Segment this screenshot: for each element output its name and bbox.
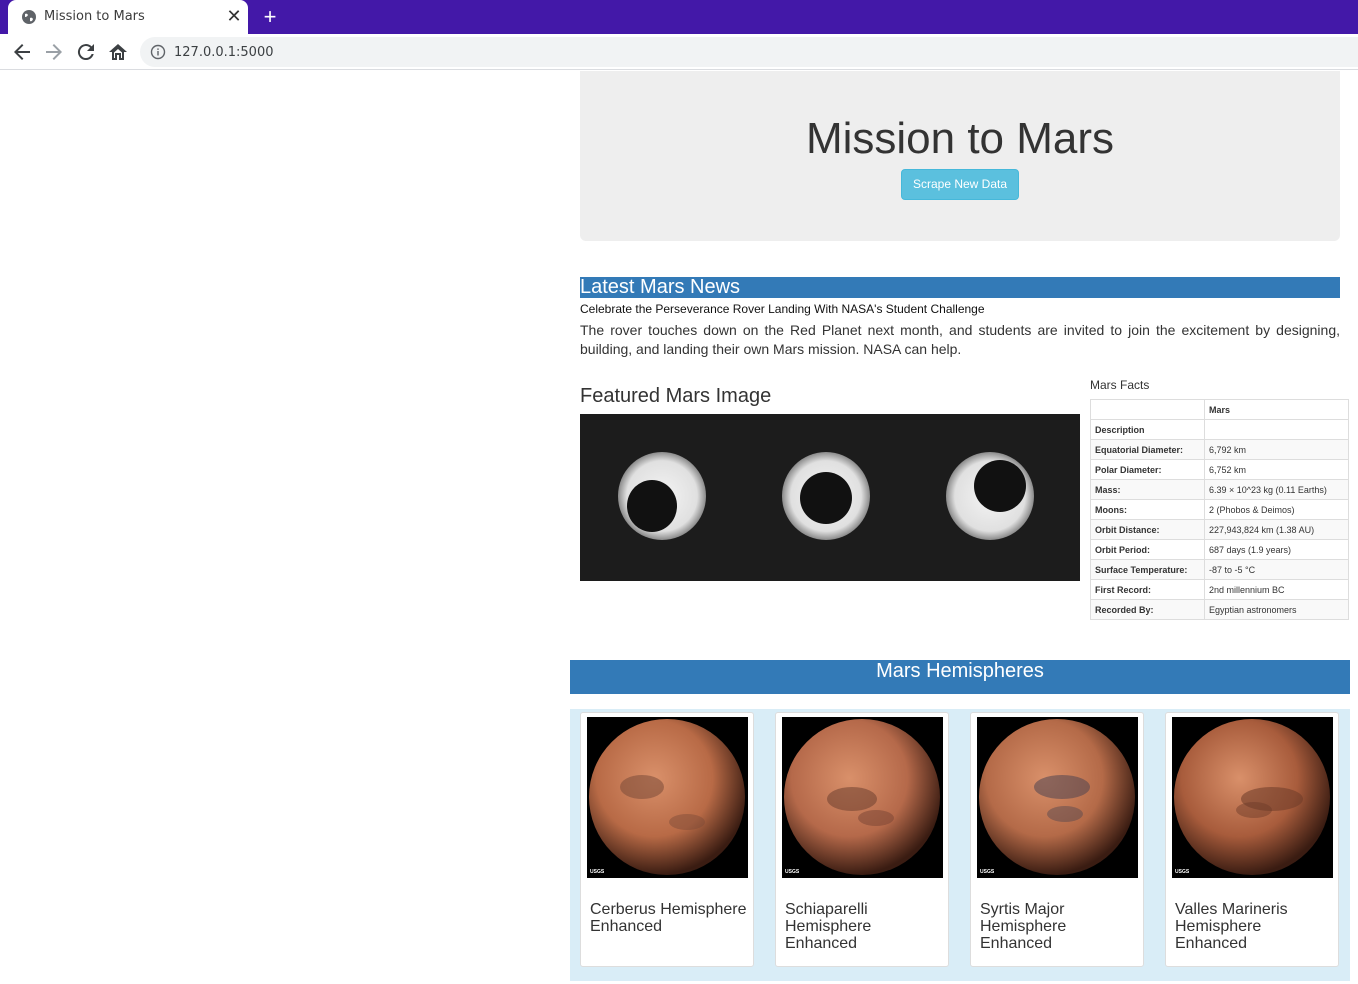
new-tab-button[interactable]: + bbox=[258, 5, 282, 29]
address-bar[interactable]: 127.0.0.1:5000 bbox=[140, 37, 1358, 67]
hemisphere-card[interactable]: USGS Syrtis Major Hemisphere Enhanced bbox=[970, 712, 1144, 967]
facts-header-mars: Mars bbox=[1204, 399, 1349, 420]
hemisphere-title: Cerberus Hemisphere Enhanced bbox=[590, 901, 747, 935]
facts-key: Surface Temperature: bbox=[1090, 559, 1205, 580]
facts-key: Description bbox=[1090, 419, 1205, 440]
close-tab-icon[interactable]: ✕ bbox=[224, 6, 244, 26]
hemisphere-card[interactable]: USGS Cerberus Hemisphere Enhanced bbox=[580, 712, 754, 967]
url-text: 127.0.0.1:5000 bbox=[174, 45, 274, 60]
mars-facts-caption: Mars Facts bbox=[1090, 378, 1150, 392]
hemisphere-card[interactable]: USGS Schiaparelli Hemisphere Enhanced bbox=[775, 712, 949, 967]
facts-row: Mass: 6.39 × 10^23 kg (0.11 Earths) bbox=[1090, 479, 1349, 500]
facts-key: First Record: bbox=[1090, 579, 1205, 600]
featured-image-heading: Featured Mars Image bbox=[580, 385, 772, 407]
facts-value: 6.39 × 10^23 kg (0.11 Earths) bbox=[1204, 479, 1349, 500]
facts-key: Moons: bbox=[1090, 499, 1205, 520]
hemispheres-gallery: USGS Cerberus Hemisphere Enhanced USGS Schi… bbox=[570, 709, 1350, 981]
jumbotron: Mission to Mars Scrape New Data bbox=[580, 71, 1340, 241]
page-title: Mission to Mars bbox=[805, 114, 1115, 163]
facts-row: Polar Diameter: 6,752 km bbox=[1090, 459, 1349, 480]
page-content: Mission to Mars Scrape New Data Latest M… bbox=[0, 71, 1358, 984]
facts-value: 2nd millennium BC bbox=[1204, 579, 1349, 600]
usgs-logo-text: USGS bbox=[980, 869, 995, 875]
hemisphere-image[interactable]: USGS bbox=[977, 717, 1138, 878]
facts-row: Equatorial Diameter: 6,792 km bbox=[1090, 439, 1349, 460]
facts-row: Description bbox=[1090, 419, 1349, 440]
hemisphere-image[interactable]: USGS bbox=[1172, 717, 1333, 878]
browser-tab[interactable]: Mission to Mars ✕ bbox=[8, 0, 248, 34]
facts-value: Egyptian astronomers bbox=[1204, 599, 1349, 620]
browser-tab-bar: Mission to Mars ✕ + bbox=[0, 0, 1358, 34]
latest-news-heading: Latest Mars News bbox=[580, 277, 1340, 298]
browser-toolbar: 127.0.0.1:5000 bbox=[0, 34, 1358, 70]
facts-row: First Record: 2nd millennium BC bbox=[1090, 579, 1349, 600]
facts-value: 2 (Phobos & Deimos) bbox=[1204, 499, 1349, 520]
hemisphere-title: Schiaparelli Hemisphere Enhanced bbox=[785, 901, 872, 952]
facts-key: Polar Diameter: bbox=[1090, 459, 1205, 480]
facts-header-blank bbox=[1090, 399, 1205, 420]
hemispheres-heading: Mars Hemispheres bbox=[570, 660, 1350, 694]
facts-row: Recorded By: Egyptian astronomers bbox=[1090, 599, 1349, 620]
facts-row: Orbit Distance: 227,943,824 km (1.38 AU) bbox=[1090, 519, 1349, 540]
facts-key: Equatorial Diameter: bbox=[1090, 439, 1205, 460]
facts-value: 6,752 km bbox=[1204, 459, 1349, 480]
reload-icon[interactable] bbox=[74, 40, 98, 64]
facts-key: Orbit Period: bbox=[1090, 539, 1205, 560]
scrape-new-data-button[interactable]: Scrape New Data bbox=[901, 169, 1019, 200]
forward-arrow-icon[interactable] bbox=[42, 40, 66, 64]
usgs-logo-text: USGS bbox=[785, 869, 800, 875]
facts-value bbox=[1204, 419, 1349, 440]
facts-row: Surface Temperature: -87 to -5 °C bbox=[1090, 559, 1349, 580]
facts-row: Orbit Period: 687 days (1.9 years) bbox=[1090, 539, 1349, 560]
news-title: Celebrate the Perseverance Rover Landing… bbox=[580, 302, 985, 316]
globe-icon bbox=[22, 10, 36, 24]
facts-value: 687 days (1.9 years) bbox=[1204, 539, 1349, 560]
usgs-logo-text: USGS bbox=[590, 869, 605, 875]
tab-title: Mission to Mars bbox=[44, 9, 145, 24]
news-paragraph: The rover touches down on the Red Planet… bbox=[580, 322, 1340, 357]
featured-mars-image bbox=[580, 414, 1080, 581]
facts-key: Mass: bbox=[1090, 479, 1205, 500]
facts-value: -87 to -5 °C bbox=[1204, 559, 1349, 580]
facts-key: Orbit Distance: bbox=[1090, 519, 1205, 540]
hemisphere-image[interactable]: USGS bbox=[782, 717, 943, 878]
usgs-logo-text: USGS bbox=[1175, 869, 1190, 875]
back-arrow-icon[interactable] bbox=[10, 40, 34, 64]
facts-value: 6,792 km bbox=[1204, 439, 1349, 460]
info-icon[interactable] bbox=[150, 44, 166, 60]
home-icon[interactable] bbox=[106, 40, 130, 64]
hemisphere-title: Valles Marineris Hemisphere Enhanced bbox=[1175, 901, 1288, 952]
facts-row: Moons: 2 (Phobos & Deimos) bbox=[1090, 499, 1349, 520]
mars-facts-table: Mars Description Equatorial Diameter: 6,79… bbox=[1090, 399, 1349, 620]
hemisphere-image[interactable]: USGS bbox=[587, 717, 748, 878]
hemisphere-title: Syrtis Major Hemisphere Enhanced bbox=[980, 901, 1067, 952]
facts-body: Description Equatorial Diameter: 6,792 km P… bbox=[1090, 419, 1349, 620]
hemisphere-card[interactable]: USGS Valles Marineris Hemisphere Enhanced bbox=[1165, 712, 1339, 967]
facts-value: 227,943,824 km (1.38 AU) bbox=[1204, 519, 1349, 540]
facts-key: Recorded By: bbox=[1090, 599, 1205, 620]
